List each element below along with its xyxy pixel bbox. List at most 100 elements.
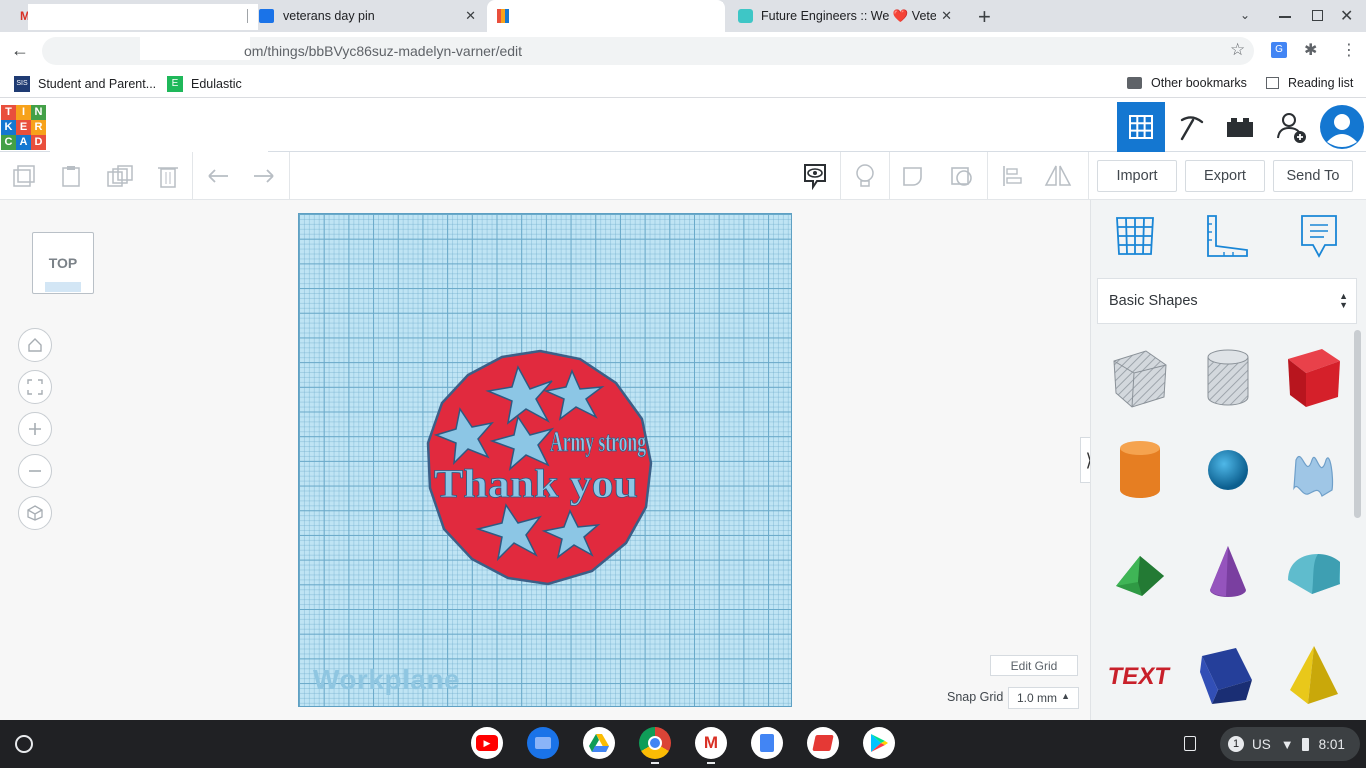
ungroup-button[interactable]: [948, 162, 976, 190]
logo-letter: R: [31, 120, 46, 135]
redo-button[interactable]: [250, 162, 278, 190]
shape-cylinder-hole[interactable]: [1196, 345, 1260, 409]
shape-box-hole[interactable]: [1108, 345, 1172, 409]
bookmark-star-icon[interactable]: ☆: [1230, 40, 1245, 60]
shapes-scrollbar[interactable]: [1354, 330, 1361, 518]
copy-icon: [13, 165, 35, 187]
svg-text:TEXT: TEXT: [1108, 663, 1172, 690]
play-store-app[interactable]: [863, 727, 895, 759]
align-button[interactable]: [998, 162, 1026, 190]
notes-eye-icon: [804, 164, 826, 190]
bookmark-edulastic[interactable]: E Edulastic: [167, 76, 242, 92]
blocks-button[interactable]: [1167, 102, 1215, 152]
grid-view-button[interactable]: [1117, 102, 1165, 152]
shape-scribble[interactable]: [1282, 438, 1346, 502]
delete-button[interactable]: [154, 162, 182, 190]
gmail-app[interactable]: M: [695, 727, 727, 759]
extensions-icon[interactable]: ✱: [1304, 40, 1317, 60]
veterans-pin-design[interactable]: Army strong Thank you: [420, 345, 660, 590]
notes-tool-button[interactable]: [1297, 214, 1341, 258]
wifi-icon: ▼: [1280, 736, 1294, 752]
close-tab-icon[interactable]: ✕: [941, 8, 952, 24]
tab-gmail[interactable]: M: [14, 0, 258, 32]
add-user-button[interactable]: [1268, 102, 1316, 152]
translate-icon[interactable]: G: [1271, 42, 1287, 58]
shape-category-select[interactable]: Basic Shapes ▲ ▼: [1097, 278, 1357, 324]
view-cube[interactable]: TOP: [32, 232, 94, 294]
shape-wedge[interactable]: [1196, 642, 1260, 706]
chrome-app[interactable]: [639, 727, 671, 759]
screencastify-app[interactable]: [807, 727, 839, 759]
shape-cone[interactable]: [1196, 540, 1260, 604]
mirror-button[interactable]: [1044, 162, 1072, 190]
group-button[interactable]: [900, 162, 928, 190]
files-app[interactable]: [527, 727, 559, 759]
bookmark-sis[interactable]: SIS Student and Parent...: [14, 76, 156, 92]
paste-button[interactable]: [57, 162, 85, 190]
reading-list[interactable]: Reading list: [1266, 76, 1353, 90]
snap-grid-select[interactable]: 1.0 mm ▲: [1008, 687, 1079, 709]
shape-box[interactable]: [1282, 345, 1346, 409]
select-arrows-icon: ▲ ▼: [1339, 291, 1348, 310]
align-icon: [1003, 166, 1022, 186]
back-icon[interactable]: ←: [11, 40, 29, 61]
tab-veterans-day-pin[interactable]: veterans day pin ✕: [250, 0, 486, 32]
user-avatar[interactable]: [1318, 102, 1366, 152]
home-icon: [28, 338, 42, 352]
shape-cylinder[interactable]: [1108, 438, 1172, 502]
tab-search-icon[interactable]: ⌄: [1240, 8, 1250, 22]
menu-icon[interactable]: ⋮: [1341, 40, 1357, 60]
tinkercad-logo[interactable]: T I N K E R C A D: [1, 105, 46, 150]
export-button[interactable]: Export: [1185, 160, 1265, 192]
duplicate-button[interactable]: [106, 162, 134, 190]
url-text[interactable]: om/things/bbBVyc86suz-madelyn-varner/edi…: [244, 43, 522, 59]
minimize-icon[interactable]: [1279, 16, 1291, 18]
youtube-app[interactable]: ▶: [471, 727, 503, 759]
paste-icon: [62, 166, 80, 187]
lightbulb-icon: [856, 164, 874, 187]
perspective-button[interactable]: [18, 496, 52, 530]
send-to-button[interactable]: Send To: [1273, 160, 1353, 192]
redaction-box: [28, 4, 258, 30]
close-tab-icon[interactable]: ✕: [465, 8, 476, 24]
workplane-label: Workplane: [313, 664, 461, 695]
folder-icon: [1127, 77, 1142, 89]
edit-grid-button[interactable]: Edit Grid: [990, 655, 1078, 676]
home-view-button[interactable]: [18, 328, 52, 362]
duplicate-icon: [107, 165, 133, 187]
zoom-in-button[interactable]: [18, 412, 52, 446]
grid-view-icon: [1129, 115, 1153, 139]
docs-app[interactable]: [751, 727, 783, 759]
status-tray[interactable]: 1 US ▼ 8:01: [1220, 727, 1360, 761]
workplane-tool-button[interactable]: [1113, 214, 1157, 258]
shape-roof[interactable]: [1108, 540, 1172, 604]
ruler-tool-button[interactable]: [1205, 214, 1249, 258]
undo-button[interactable]: [204, 162, 232, 190]
bookmark-label: Student and Parent...: [38, 77, 157, 91]
copy-button[interactable]: [10, 162, 38, 190]
import-button[interactable]: Import: [1097, 160, 1177, 192]
close-window-icon[interactable]: ✕: [1340, 6, 1353, 26]
tab-tinkercad[interactable]: [487, 0, 725, 48]
zoom-out-button[interactable]: [18, 454, 52, 488]
holding-space-icon[interactable]: [1184, 736, 1196, 751]
battery-icon: [1301, 737, 1309, 751]
drive-app[interactable]: [583, 727, 615, 759]
launcher-button[interactable]: [15, 735, 33, 753]
shape-sphere[interactable]: [1196, 438, 1260, 502]
logo-letter: A: [16, 135, 31, 150]
other-bookmarks[interactable]: Other bookmarks: [1127, 76, 1247, 90]
notes-toggle-button[interactable]: [801, 162, 829, 190]
shape-round-roof[interactable]: [1282, 540, 1346, 604]
tinkercad-header: T I N K E R C A D: [0, 102, 1366, 158]
maximize-icon[interactable]: [1312, 10, 1323, 21]
shape-text[interactable]: TEXT: [1108, 642, 1172, 706]
tab-future-engineers[interactable]: Future Engineers :: We ❤️ Veterans ✕: [728, 0, 962, 32]
bricks-button[interactable]: [1216, 102, 1264, 152]
new-tab-icon[interactable]: +: [978, 4, 991, 30]
keyboard-layout: US: [1252, 736, 1271, 752]
fit-view-button[interactable]: [18, 370, 52, 404]
shape-pyramid[interactable]: [1282, 642, 1346, 706]
notes-icon: [1301, 215, 1337, 258]
light-button[interactable]: [851, 162, 879, 190]
